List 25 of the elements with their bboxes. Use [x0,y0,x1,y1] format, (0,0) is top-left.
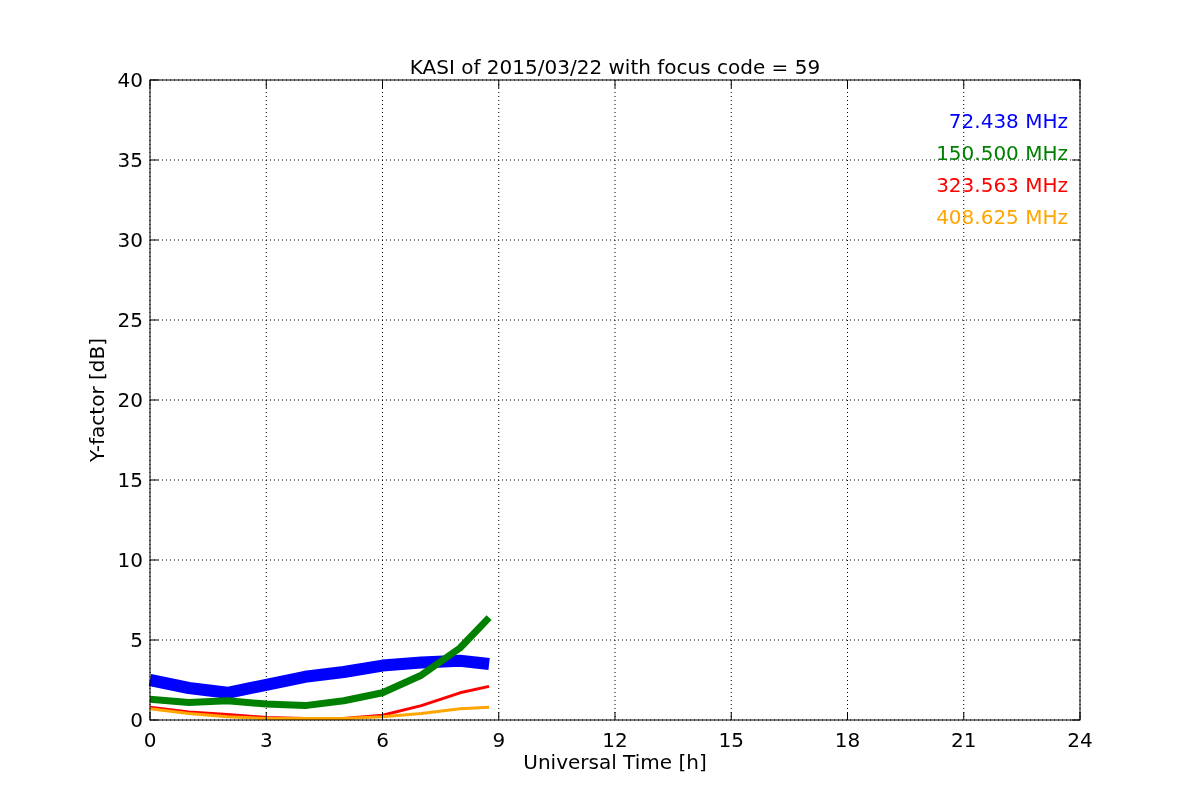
tick-label: 10 [117,548,143,572]
chart-title: KASI of 2015/03/22 with focus code = 59 [409,55,821,79]
legend-label: 323.563 MHz [936,173,1068,197]
tick-label: 3 [259,728,273,752]
tick-label: 35 [117,148,143,172]
y-axis-label: Y-factor [dB] [85,338,109,462]
tick-label: 40 [117,68,143,92]
tick-label: 21 [951,728,977,752]
tick-label: 9 [492,728,506,752]
tick-label: 0 [143,728,157,752]
tick-label: 20 [117,388,143,412]
tick-label: 0 [130,708,143,732]
tick-label: 6 [376,728,389,752]
legend-label: 408.625 MHz [936,205,1068,229]
tick-label: 18 [834,728,861,752]
tick-label: 15 [117,468,143,492]
tick-label: 5 [130,628,143,652]
tick-label: 25 [117,308,143,332]
legend-label: 72.438 MHz [948,109,1068,133]
tick-label: 12 [602,728,628,752]
tick-label: 30 [117,228,143,252]
tick-label: 15 [718,728,744,752]
x-axis-label: Universal Time [h] [523,750,707,774]
tick-label: 24 [1067,728,1093,752]
legend-label: 150.500 MHz [936,141,1068,165]
